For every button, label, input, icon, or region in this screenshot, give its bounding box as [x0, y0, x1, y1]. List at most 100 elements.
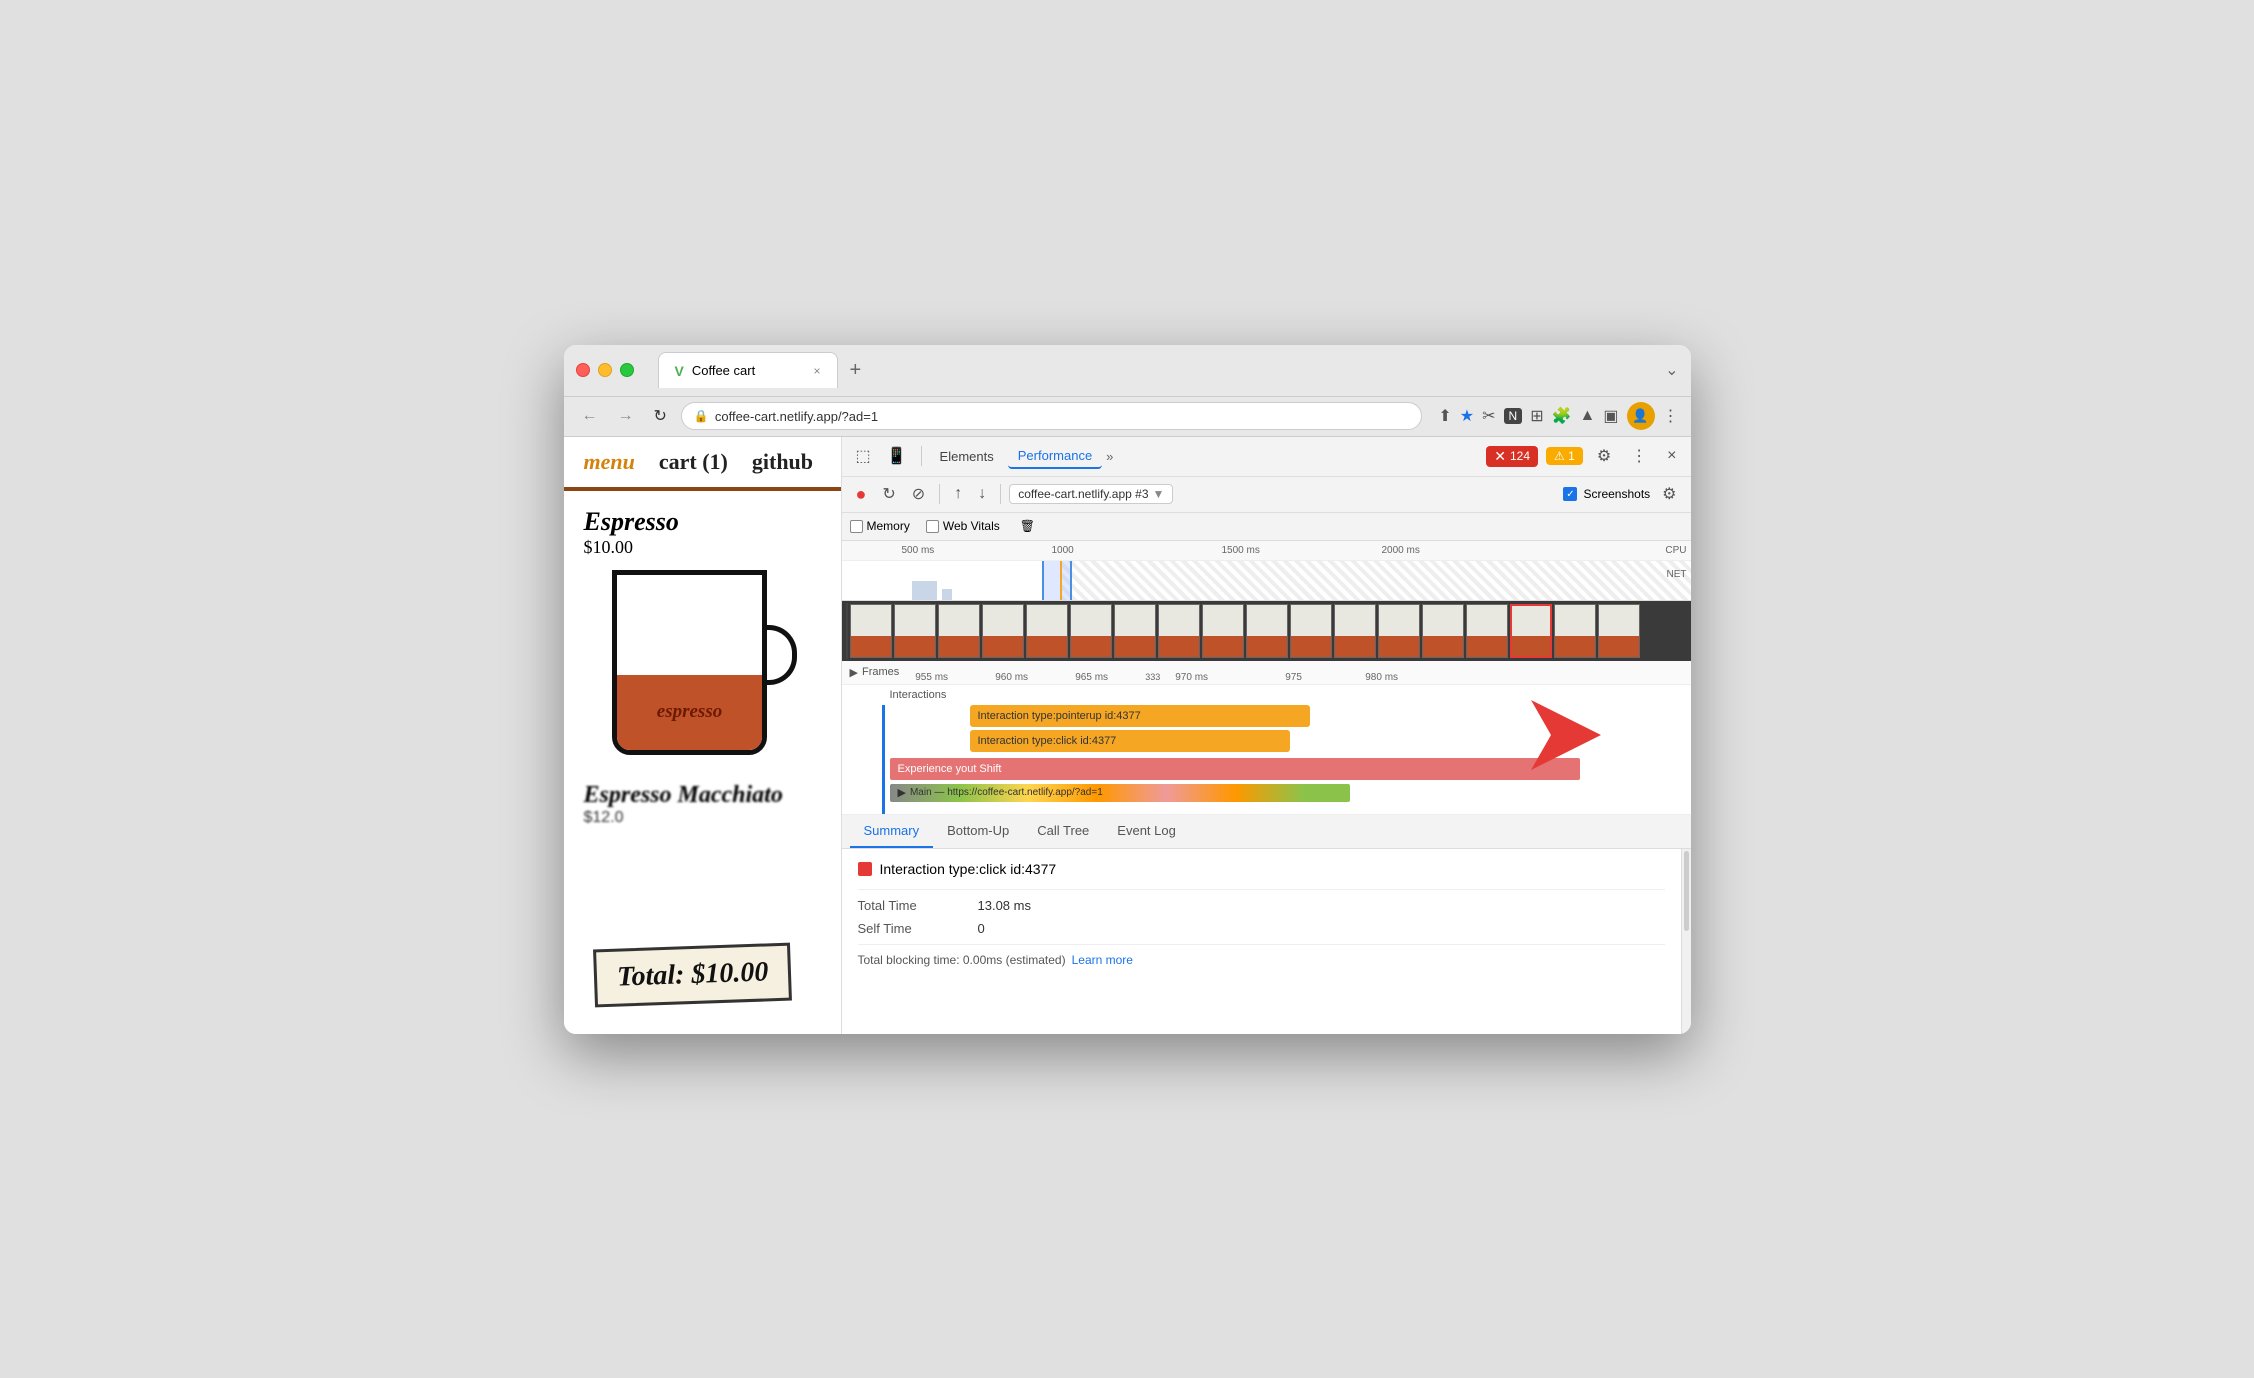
web-vitals-option[interactable]: Web Vitals	[926, 519, 1000, 533]
url-text: coffee-cart.netlify.app/?ad=1	[715, 409, 878, 424]
apps-icon[interactable]: ⊞	[1530, 406, 1543, 426]
devtools-right-actions: ✕ 124 ⚠ 1 ⚙ ⋮ ×	[1486, 442, 1682, 470]
experience-bar: Experience yout Shift	[890, 758, 1580, 780]
bottom-tabs: Summary Bottom-Up Call Tree Event Log	[842, 815, 1691, 849]
clear-icon[interactable]: ⊘	[906, 480, 931, 508]
more-tabs-icon[interactable]: »	[1106, 449, 1113, 464]
total-time-label: Total Time	[858, 898, 978, 913]
scrollbar-thumb[interactable]	[1684, 851, 1689, 931]
lighthouse-icon[interactable]: ▲	[1580, 407, 1596, 425]
self-time-label: Self Time	[858, 921, 978, 936]
screenshots-label: Screenshots	[1583, 487, 1650, 501]
bookmark-icon[interactable]: ★	[1460, 406, 1474, 426]
new-tab-button[interactable]: +	[838, 353, 874, 388]
frames-expand-icon[interactable]: ▶	[850, 666, 858, 679]
tick-965: 965 ms	[1075, 672, 1108, 683]
perf-settings-icon[interactable]: ⚙	[1656, 480, 1682, 508]
filmstrip-start	[846, 603, 848, 659]
tab-call-tree[interactable]: Call Tree	[1023, 815, 1103, 848]
record-button[interactable]: ●	[850, 480, 873, 509]
filmstrip-frame[interactable]	[1422, 604, 1464, 658]
clear-recordings-icon[interactable]: 🗑	[1020, 519, 1035, 533]
filmstrip-frame[interactable]	[938, 604, 980, 658]
reload-record-button[interactable]: ↻	[876, 480, 901, 508]
extensions-icon[interactable]: 🧩	[1552, 406, 1572, 426]
filmstrip-frame[interactable]	[1598, 604, 1640, 658]
filmstrip-frame[interactable]	[1246, 604, 1288, 658]
tab-bottom-up[interactable]: Bottom-Up	[933, 815, 1023, 848]
browser-actions: ⬆ ★ ✂ N ⊞ 🧩 ▲ ▣ 👤 ⋮	[1438, 402, 1678, 430]
filmstrip-frame[interactable]	[1114, 604, 1156, 658]
close-devtools-icon[interactable]: ×	[1661, 443, 1682, 469]
tab-elements[interactable]: Elements	[930, 445, 1004, 468]
upload-profile-icon[interactable]: ↑	[948, 481, 968, 507]
warning-badge[interactable]: ⚠ 1	[1546, 447, 1583, 465]
tab-performance[interactable]: Performance	[1008, 444, 1102, 469]
url-bar[interactable]: 🔒 coffee-cart.netlify.app/?ad=1	[681, 402, 1422, 430]
filmstrip-frame[interactable]	[1378, 604, 1420, 658]
main-content: menu cart (1) github Espresso $10.00 esp…	[564, 437, 1691, 1034]
scrollbar[interactable]	[1681, 849, 1691, 1034]
coffee-cup-illustration: espresso	[584, 570, 821, 770]
filmstrip-frame[interactable]	[1070, 604, 1112, 658]
timeline-cursor	[1060, 561, 1062, 601]
minimize-button[interactable]	[598, 363, 612, 377]
chrome-menu-icon[interactable]: ⋮	[1663, 406, 1679, 426]
filmstrip-frame[interactable]	[1554, 604, 1596, 658]
nav-github-link[interactable]: github	[752, 449, 813, 475]
settings-icon[interactable]: ⚙	[1591, 442, 1617, 470]
tick-960: 960 ms	[995, 672, 1028, 683]
more-options-icon[interactable]: ⋮	[1625, 442, 1653, 470]
forward-button[interactable]: →	[612, 405, 640, 427]
close-button[interactable]	[576, 363, 590, 377]
tick-955: 955 ms	[915, 672, 948, 683]
device-toolbar-icon[interactable]: 📱	[881, 442, 913, 470]
share-icon[interactable]: ⬆	[1438, 406, 1451, 426]
active-tab[interactable]: V Coffee cart ×	[658, 352, 838, 388]
target-selector[interactable]: coffee-cart.netlify.app #3 ▼	[1009, 484, 1173, 504]
reader-icon[interactable]: ▣	[1603, 406, 1618, 426]
net-label: NET	[1667, 569, 1687, 580]
error-badge[interactable]: ✕ 124	[1486, 446, 1538, 467]
tab-event-log[interactable]: Event Log	[1103, 815, 1190, 848]
learn-more-link[interactable]: Learn more	[1072, 953, 1133, 967]
nav-menu-link[interactable]: menu	[584, 449, 635, 475]
web-vitals-checkbox[interactable]	[926, 520, 939, 533]
scissors-icon[interactable]: ✂	[1482, 406, 1495, 426]
tick-333: 333	[1145, 672, 1160, 682]
tab-area: V Coffee cart × +	[658, 352, 1658, 388]
download-profile-icon[interactable]: ↓	[972, 481, 992, 507]
profile-avatar[interactable]: 👤	[1627, 402, 1655, 430]
screenshots-checkbox[interactable]: ✓	[1563, 487, 1577, 501]
cpu-bar-2	[942, 589, 952, 601]
filmstrip-frame[interactable]	[1466, 604, 1508, 658]
cpu-label: CPU	[1665, 545, 1686, 556]
maximize-button[interactable]	[620, 363, 634, 377]
nav-cart-link[interactable]: cart (1)	[659, 449, 728, 475]
back-button[interactable]: ←	[576, 405, 604, 427]
filmstrip-frame[interactable]	[982, 604, 1024, 658]
tab-summary[interactable]: Summary	[850, 815, 934, 848]
filmstrip-frame[interactable]	[1202, 604, 1244, 658]
main-thread-bar: ▶ Main — https://coffee-cart.netlify.app…	[890, 784, 1350, 802]
filmstrip-frame[interactable]	[1026, 604, 1068, 658]
filmstrip-frame[interactable]	[1290, 604, 1332, 658]
refresh-button[interactable]: ↻	[648, 404, 673, 428]
notion-icon[interactable]: N	[1504, 408, 1523, 424]
filmstrip-frame[interactable]	[894, 604, 936, 658]
filmstrip-frame[interactable]	[1158, 604, 1200, 658]
filmstrip-frame[interactable]	[850, 604, 892, 658]
filmstrip-frame[interactable]	[1510, 604, 1552, 658]
memory-checkbox[interactable]	[850, 520, 863, 533]
frames-label: Frames	[862, 666, 899, 678]
memory-option[interactable]: Memory	[850, 519, 910, 533]
ruler-1500: 1500 ms	[1222, 545, 1260, 556]
filmstrip-frame[interactable]	[1334, 604, 1376, 658]
inspect-element-icon[interactable]: ⬚	[850, 442, 877, 470]
interactions-section: Interactions Interaction type:pointerup …	[842, 685, 1691, 815]
tab-favicon: V	[675, 363, 684, 379]
total-blocking-text: Total blocking time: 0.00ms (estimated)	[858, 953, 1066, 967]
tab-close-button[interactable]: ×	[813, 364, 820, 378]
tab-menu-button[interactable]: ⌄	[1665, 360, 1678, 380]
main-thread-expand-icon[interactable]: ▶	[898, 786, 906, 799]
